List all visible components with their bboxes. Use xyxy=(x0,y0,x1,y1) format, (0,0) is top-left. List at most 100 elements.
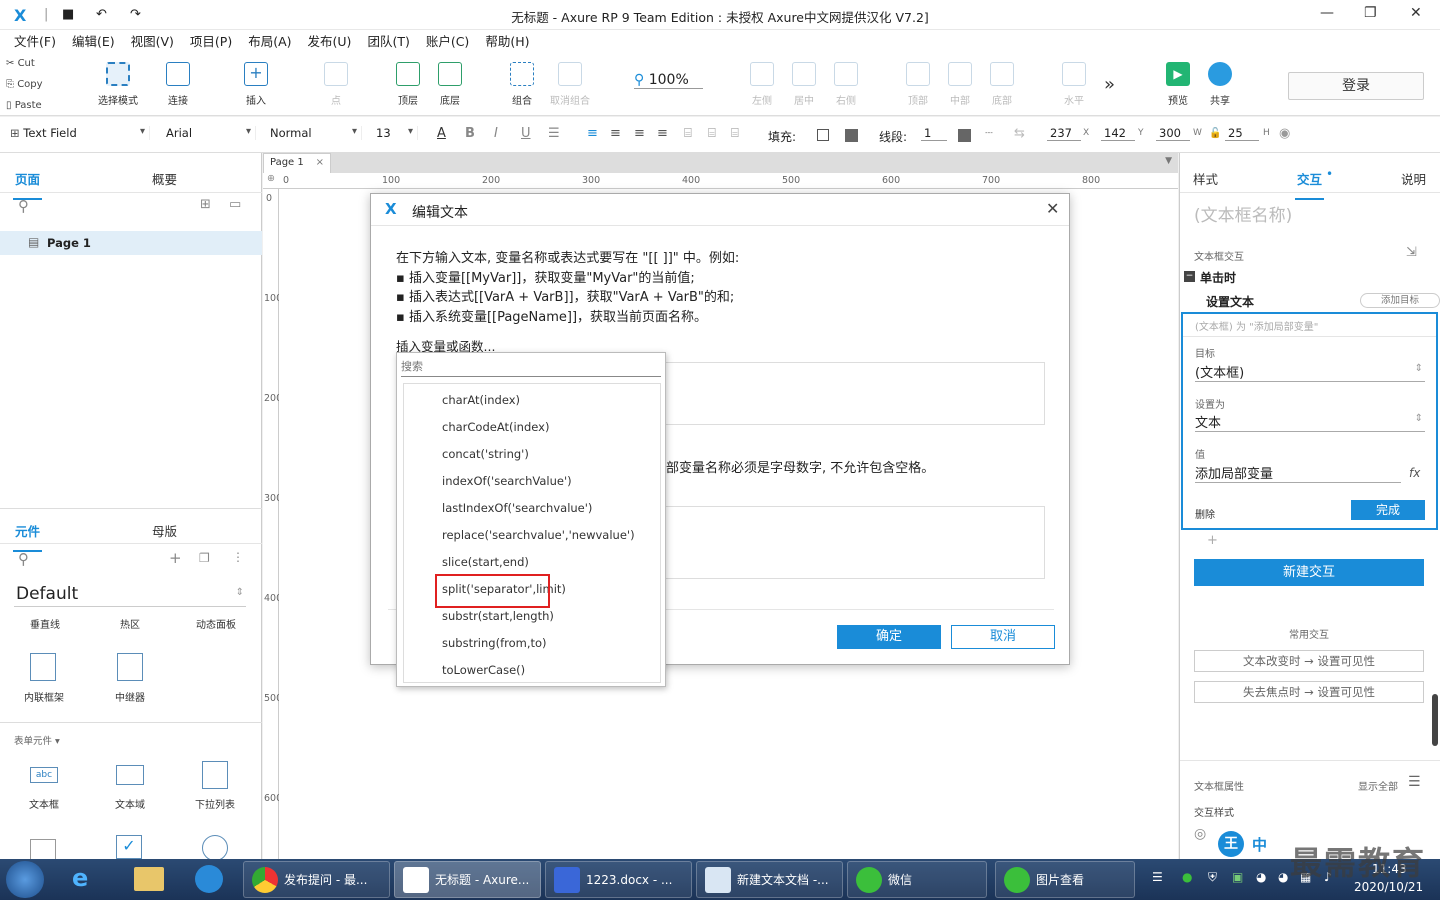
login-button[interactable]: 登录 xyxy=(1288,72,1424,100)
text-justify-icon[interactable]: ≡ xyxy=(657,126,668,141)
tab-outline[interactable]: 概要 xyxy=(152,169,177,188)
visibility-eye-icon[interactable]: ◉ xyxy=(1279,126,1290,141)
line-color-swatch[interactable] xyxy=(958,129,971,142)
library-select[interactable]: Default ⇕ xyxy=(14,581,246,607)
tab-list-chevron-icon[interactable]: ▼ xyxy=(1165,156,1172,166)
arrow-style-icon[interactable]: ⇆ xyxy=(1014,126,1025,141)
fill-color-swatch[interactable] xyxy=(817,129,829,141)
cut-button[interactable]: ✂ Cut xyxy=(6,58,35,69)
align-right-button[interactable]: 右侧 xyxy=(818,62,874,107)
tab-pages[interactable]: 页面 xyxy=(12,169,43,200)
tab-widgets[interactable]: 元件 xyxy=(12,521,43,552)
add-folder-icon[interactable]: ▭ xyxy=(229,197,241,212)
sogou-ime-icon[interactable]: 王 xyxy=(1218,831,1244,857)
radio-icon[interactable]: ◎ xyxy=(1194,826,1206,842)
font-family-select[interactable]: Arial xyxy=(166,126,256,140)
menu-arrange[interactable]: 布局(A) xyxy=(240,30,299,54)
taskbar-item[interactable]: 新建文本文档 -... xyxy=(696,861,843,898)
share-button[interactable]: 共享 xyxy=(1192,62,1248,107)
value-input[interactable]: 添加局部变量 xyxy=(1195,463,1401,483)
add-action-button[interactable]: + xyxy=(1207,533,1218,548)
widget-search-icon[interactable]: ⚲ xyxy=(18,550,29,568)
library-copy-icon[interactable]: ❐ xyxy=(199,551,210,565)
height-input[interactable]: 25 xyxy=(1225,126,1259,141)
setas-select[interactable]: 文本 ⇕ xyxy=(1195,412,1425,432)
tab-masters[interactable]: 母版 xyxy=(152,521,177,540)
ime-icon[interactable]: ☰ xyxy=(1152,870,1163,884)
tab-notes[interactable]: 说明 xyxy=(1401,169,1426,188)
more-tools-button[interactable]: » xyxy=(1104,74,1115,95)
send-to-back-button[interactable]: 底层 xyxy=(422,62,478,107)
widget-hotspot[interactable]: 热区 xyxy=(120,616,140,631)
menu-project[interactable]: 项目(P) xyxy=(182,30,240,54)
widget-dynamic-panel[interactable]: 动态面板 xyxy=(196,616,236,631)
minimize-button[interactable]: — xyxy=(1320,5,1334,21)
bold-icon[interactable]: B xyxy=(465,126,475,141)
widget-dropdown[interactable]: 下拉列表 xyxy=(195,796,235,811)
font-color-icon[interactable]: A xyxy=(437,126,446,141)
taskbar-item[interactable]: 微信 xyxy=(847,861,987,898)
start-button[interactable] xyxy=(6,861,44,898)
list-item[interactable]: slice(start,end) xyxy=(442,555,529,569)
valign-middle-icon[interactable]: ⌸ xyxy=(708,126,716,141)
scrollbar-thumb[interactable] xyxy=(1432,694,1438,746)
widget-textarea[interactable]: 文本域 xyxy=(115,796,145,811)
form-widgets-section[interactable]: 表单元件 ▾ xyxy=(14,733,60,747)
folder-icon[interactable] xyxy=(134,867,164,891)
search-icon[interactable]: ⚲ xyxy=(18,197,29,215)
taskbar-item[interactable]: 发布提问 - 最... xyxy=(243,861,390,898)
function-fx-button[interactable]: fx xyxy=(1409,466,1420,480)
list-item[interactable]: charCodeAt(index) xyxy=(442,420,549,434)
ime-mode-label[interactable]: 中 xyxy=(1252,834,1267,855)
wechat-tray-icon[interactable]: ● xyxy=(1182,870,1192,884)
widget-vertical-line[interactable]: 垂直线 xyxy=(30,616,60,631)
font-size-select[interactable]: 13 xyxy=(376,126,418,140)
list-item[interactable]: replace('searchvalue','newvalue') xyxy=(442,528,635,542)
function-search-input[interactable] xyxy=(401,357,661,377)
menu-publish[interactable]: 发布(U) xyxy=(300,30,360,54)
cancel-button[interactable]: 取消 xyxy=(951,625,1055,649)
widget-repeater[interactable]: 中继器 xyxy=(115,689,145,704)
list-item[interactable]: indexOf('searchValue') xyxy=(442,474,572,488)
ok-button[interactable]: 确定 xyxy=(837,625,941,649)
line-width-input[interactable]: 1 xyxy=(921,126,947,141)
list-item[interactable]: substring(from,to) xyxy=(442,636,547,650)
menu-team[interactable]: 团队(T) xyxy=(359,30,417,54)
font-style-select[interactable]: Normal xyxy=(270,126,362,140)
list-item[interactable]: charAt(index) xyxy=(442,393,520,407)
qq-icon[interactable]: ◕ xyxy=(1278,870,1288,884)
bullet-list-icon[interactable]: ☰ xyxy=(548,126,560,141)
valign-top-icon[interactable]: ⌸ xyxy=(684,126,692,141)
target-select[interactable]: (文本框) ⇕ xyxy=(1195,362,1425,382)
width-input[interactable]: 300 xyxy=(1156,126,1190,141)
menu-icon[interactable]: ☰ xyxy=(1408,774,1421,790)
lock-icon[interactable]: 🔓 xyxy=(1209,128,1221,139)
new-interaction-button[interactable]: 新建交互 xyxy=(1194,559,1424,586)
menu-file[interactable]: 文件(F) xyxy=(6,30,64,54)
shield-icon[interactable]: ⛨ xyxy=(1208,870,1217,885)
taskbar-item[interactable]: 1223.docx - ... xyxy=(545,861,692,898)
menu-help[interactable]: 帮助(H) xyxy=(477,30,537,54)
widget-inline-frame[interactable]: 内联框架 xyxy=(24,689,64,704)
expand-icon[interactable]: ⇲ xyxy=(1406,245,1417,260)
x-input[interactable]: 237 xyxy=(1047,126,1081,141)
list-item[interactable]: concat('string') xyxy=(442,447,529,461)
ie-icon[interactable]: e xyxy=(72,864,88,892)
delete-button[interactable]: 删除 xyxy=(1195,506,1215,521)
copy-button[interactable]: ⎘ Copy xyxy=(6,79,43,90)
gpu-icon[interactable]: ▣ xyxy=(1232,870,1243,884)
widget-style-select[interactable]: ⊞ Text Field xyxy=(10,126,150,140)
taskbar-item-active[interactable]: 无标题 - Axure... xyxy=(394,861,541,898)
tab-interactions[interactable]: 交互 xyxy=(1294,169,1325,200)
italic-icon[interactable]: I xyxy=(494,126,498,141)
zoom-select[interactable]: ⚲ 100% xyxy=(634,72,703,89)
page-list-item[interactable]: ▤ Page 1 xyxy=(0,231,262,255)
add-target-button[interactable]: 添加目标 xyxy=(1360,293,1440,308)
text-align-left-icon[interactable]: ≡ xyxy=(587,126,598,141)
common-interaction-item[interactable]: 失去焦点时 → 设置可见性 xyxy=(1194,681,1424,703)
text-align-center-icon[interactable]: ≡ xyxy=(610,126,621,141)
valign-bottom-icon[interactable]: ⌸ xyxy=(731,126,739,141)
select-mode-button[interactable]: 选择模式 xyxy=(90,62,146,107)
close-button[interactable]: ✕ xyxy=(1410,5,1422,21)
done-button[interactable]: 完成 xyxy=(1351,500,1425,520)
